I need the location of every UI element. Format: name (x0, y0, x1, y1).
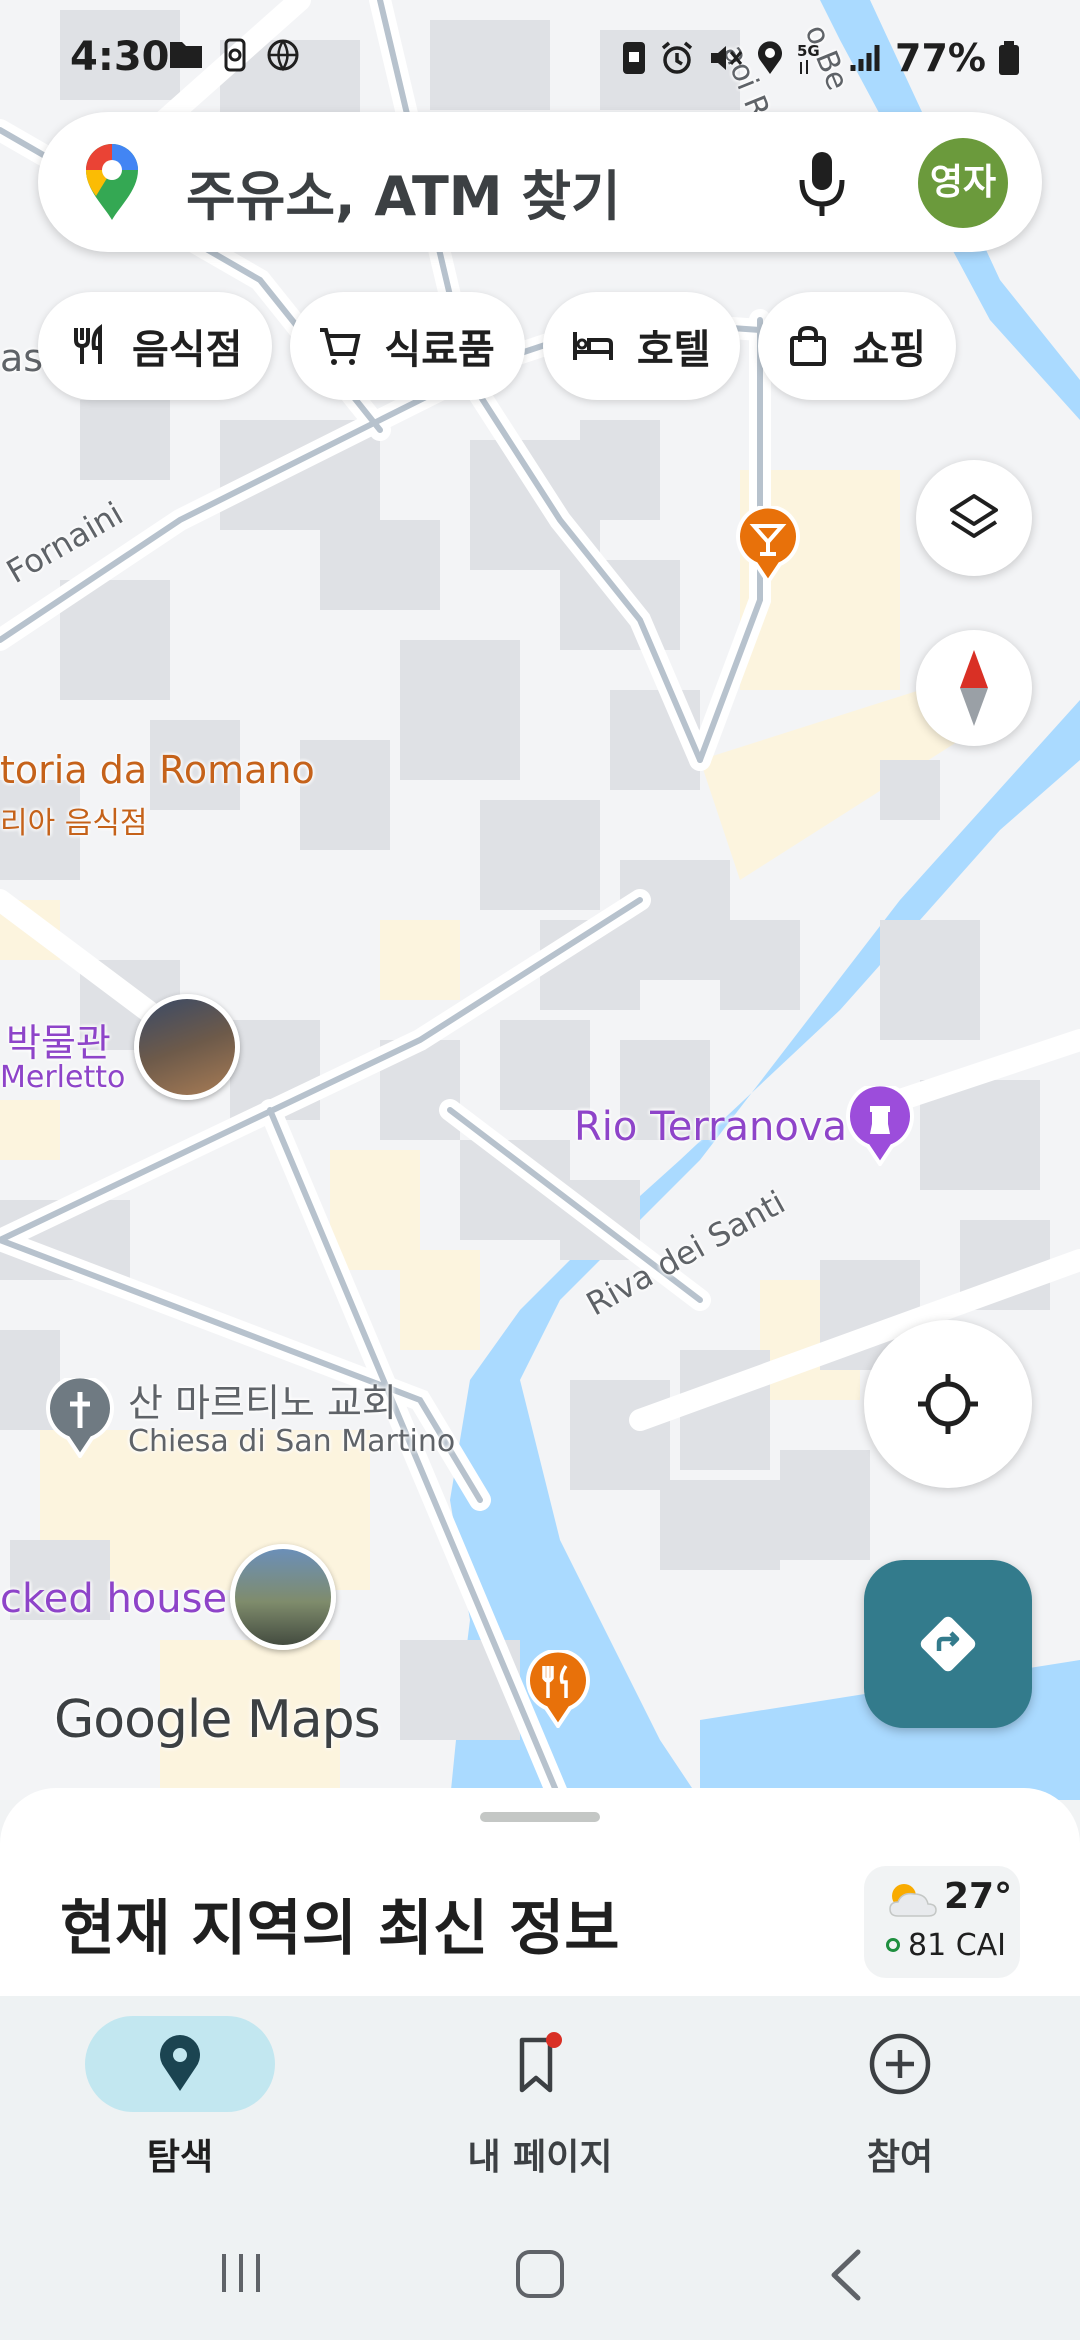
back-button[interactable] (826, 2248, 866, 2306)
chip-restaurants[interactable]: 음식점 (38, 292, 273, 400)
chip-hotels[interactable]: 호텔 (542, 292, 741, 400)
nav-my-page[interactable]: 내 페이지 (420, 2016, 660, 2206)
nav-label: 탐색 (146, 2137, 214, 2178)
compass-button[interactable] (916, 630, 1032, 746)
location-pin-icon (160, 2035, 200, 2091)
category-chips: 음식점 식료품 호텔 쇼핑 (38, 292, 957, 400)
directions-button[interactable] (864, 1560, 1032, 1728)
poi-type-romano: 리아 음식점 (0, 806, 148, 841)
sheet-title: 현재 지역의 최신 정보 (60, 1894, 620, 1964)
layers-button[interactable] (916, 460, 1032, 576)
weather-widget[interactable]: 27° 81 CAI (864, 1866, 1020, 1978)
poi-label-museum[interactable]: 박물관 (6, 1012, 111, 1067)
poi-label-rio-terranova[interactable]: Rio Terranova (574, 1104, 847, 1150)
svg-text:5G: 5G (797, 42, 820, 60)
crooked-house-photo-pin[interactable] (230, 1544, 336, 1650)
church-pin[interactable] (46, 1374, 114, 1462)
nav-contribute-pill (805, 2016, 995, 2112)
chip-label: 식료품 (384, 327, 495, 373)
fork-knife-icon (74, 324, 102, 364)
rio-terranova-pin[interactable] (846, 1082, 914, 1170)
chip-label: 음식점 (132, 327, 243, 373)
museum-photo-pin[interactable] (134, 994, 240, 1100)
google-maps-pin-icon (86, 144, 138, 220)
5g-signal-icon: 5G (797, 42, 820, 74)
chip-label: 호텔 (636, 327, 711, 373)
bed-icon (572, 332, 613, 360)
chip-groceries[interactable]: 식료품 (290, 292, 525, 400)
poi-label-church[interactable]: 산 마르티노 교회 (128, 1372, 397, 1427)
weather-temperature: 27° (944, 1876, 1013, 1917)
signal-bars-icon (850, 45, 880, 71)
globe-icon (267, 39, 299, 72)
recent-apps-button[interactable] (216, 2248, 266, 2302)
compass-icon (960, 650, 988, 726)
chip-label: 쇼핑 (852, 327, 927, 373)
map-canvas[interactable]: Fornaini asa toria da Romano 리아 음식점 박물관 … (0, 0, 1080, 1800)
cocktail-bar-pin[interactable] (736, 504, 800, 588)
google-maps-logo: Google Maps (54, 1690, 381, 1750)
bookmark-icon (519, 2032, 562, 2093)
cocktail-icon (736, 504, 800, 586)
poi-sublabel-church: Chiesa di San Martino (128, 1424, 456, 1459)
landmark-tower-icon (846, 1082, 914, 1168)
cross-icon (46, 1374, 114, 1460)
poi-label-romano[interactable]: toria da Romano (0, 748, 315, 792)
bottom-sheet[interactable]: 현재 지역의 최신 정보 27° 81 CAI (0, 1788, 1080, 1998)
battery-icon (999, 41, 1019, 75)
layers-icon (950, 494, 998, 538)
status-right-icons: 5G 77% (621, 36, 1020, 80)
cart-icon (320, 328, 361, 365)
nav-my-page-pill (445, 2016, 635, 2112)
nav-label: 내 페이지 (467, 2137, 613, 2178)
search-bar[interactable]: 주유소, ATM 찾기 영자 (38, 112, 1042, 252)
back-arrow-icon (831, 2249, 861, 2301)
account-avatar[interactable]: 영자 (918, 138, 1008, 228)
status-bar: 4:30 5G 77% (0, 0, 1080, 110)
nfc-icon (623, 42, 646, 74)
home-icon (516, 2250, 564, 2298)
restaurant-pin[interactable] (526, 1648, 590, 1732)
chip-shopping[interactable]: 쇼핑 (758, 292, 957, 400)
add-circle-icon (869, 2033, 931, 2095)
aqi-indicator-icon (886, 1938, 900, 1952)
poi-sublabel-museum: Merletto (0, 1060, 126, 1095)
status-time: 4:30 (70, 34, 170, 80)
recent-apps-icon (222, 2254, 260, 2292)
poi-label-crooked-house[interactable]: cked house (0, 1576, 227, 1622)
mute-icon (711, 46, 743, 70)
bottom-navigation: 탐색 내 페이지 참여 (0, 1996, 1080, 2208)
location-icon (758, 41, 783, 74)
directions-icon (920, 1616, 976, 1672)
alarm-icon (661, 41, 693, 74)
status-left-icons (168, 38, 300, 72)
crosshair-icon (918, 1374, 978, 1434)
shopping-bag-icon (790, 325, 827, 366)
partly-cloudy-icon (889, 1884, 937, 1917)
nav-contribute[interactable]: 참여 (780, 2016, 1020, 2206)
map-base-layer (0, 0, 1080, 1800)
fork-knife-icon (526, 1648, 590, 1730)
nav-label: 참여 (866, 2137, 934, 2178)
nav-explore[interactable]: 탐색 (60, 2016, 300, 2206)
microphone-icon[interactable] (790, 148, 854, 220)
system-navigation-bar (0, 2208, 1080, 2340)
search-input[interactable]: 주유소, ATM 찾기 (186, 152, 621, 231)
sheet-drag-handle[interactable] (480, 1812, 600, 1822)
air-quality-index: 81 CAI (908, 1928, 1007, 1963)
home-button[interactable] (514, 2248, 566, 2304)
nav-explore-pill (85, 2016, 275, 2112)
battery-percent: 77% (895, 36, 986, 80)
folder-icon (170, 42, 202, 68)
my-location-button[interactable] (864, 1320, 1032, 1488)
device-icon (224, 38, 246, 72)
